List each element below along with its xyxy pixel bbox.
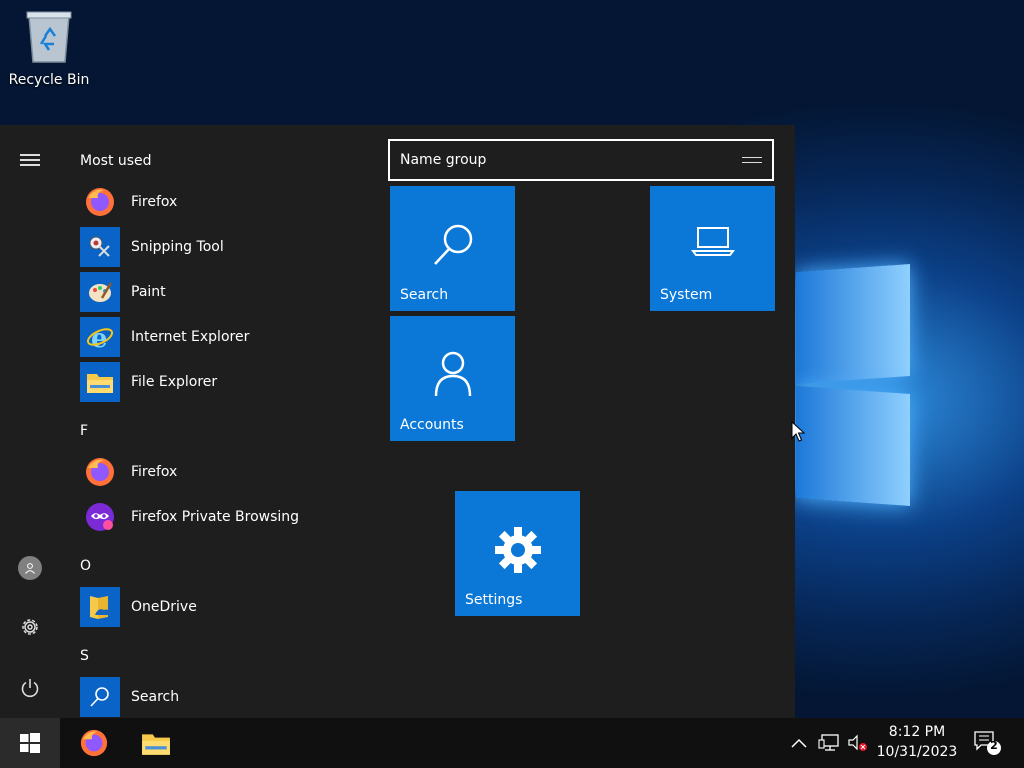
notification-count-badge: 2	[990, 739, 998, 752]
snipping-tool-icon	[80, 227, 120, 267]
windows-logo-icon	[20, 733, 40, 753]
taskbar-file-explorer[interactable]	[124, 718, 188, 768]
paint-palette-icon	[80, 272, 120, 312]
section-s[interactable]: S	[80, 648, 89, 664]
power-button[interactable]	[10, 668, 50, 708]
show-hidden-icons-button[interactable]	[788, 730, 810, 756]
tile-label: Accounts	[400, 417, 464, 433]
windows-wallpaper-logo	[796, 258, 916, 508]
firefox-icon	[80, 182, 120, 222]
app-firefox-most-used[interactable]: Firefox	[80, 182, 370, 222]
tile-search[interactable]: Search	[390, 186, 515, 311]
app-name: Paint	[131, 284, 166, 300]
folder-icon	[80, 362, 120, 402]
app-onedrive[interactable]: OneDrive	[80, 587, 370, 627]
tile-settings[interactable]: Settings	[455, 491, 580, 616]
group-name-text: Name group	[400, 152, 487, 168]
expand-menu-button[interactable]	[10, 140, 50, 180]
clock-time: 8:12 PM	[888, 724, 946, 740]
taskbar-firefox[interactable]	[62, 718, 126, 768]
gear-icon	[22, 619, 38, 635]
app-file-explorer[interactable]: File Explorer	[80, 362, 370, 402]
laptop-icon	[690, 227, 735, 256]
account-button[interactable]	[10, 548, 50, 588]
gear-icon	[494, 527, 541, 573]
folder-icon	[142, 734, 170, 755]
internet-explorer-icon: e	[80, 317, 120, 357]
app-name: File Explorer	[131, 374, 218, 390]
person-icon	[434, 351, 471, 397]
app-name: Firefox	[131, 464, 178, 480]
network-icon	[818, 734, 839, 751]
section-o[interactable]: O	[80, 558, 91, 574]
network-button[interactable]	[816, 730, 842, 756]
firefox-private-icon	[80, 497, 120, 537]
app-name: OneDrive	[131, 599, 197, 615]
app-name: Search	[131, 689, 180, 705]
chevron-up-icon	[791, 738, 807, 748]
app-list: Most used Firefox Snipping Tool Paint e …	[80, 125, 380, 718]
app-firefox-private-browsing[interactable]: Firefox Private Browsing	[80, 497, 370, 537]
tile-accounts[interactable]: Accounts	[390, 316, 515, 441]
settings-button[interactable]	[10, 607, 50, 647]
tile-group-name-input[interactable]: Name group	[388, 139, 774, 181]
recycle-bin-label: Recycle Bin	[8, 72, 90, 88]
start-button[interactable]	[0, 718, 60, 768]
app-search[interactable]: Search	[80, 677, 370, 717]
recycle-bin-shortcut[interactable]: Recycle Bin	[8, 8, 90, 88]
taskbar: 8:12 PM 10/31/2023 2	[0, 718, 1024, 768]
action-center-button[interactable]: 2	[970, 730, 1006, 756]
section-f[interactable]: F	[80, 423, 88, 439]
tile-label: System	[660, 287, 713, 303]
tile-system[interactable]: System	[650, 186, 775, 311]
search-icon	[80, 677, 120, 717]
app-paint[interactable]: Paint	[80, 272, 370, 312]
svg-text:e: e	[91, 324, 108, 352]
start-menu-rail	[0, 125, 60, 718]
power-icon	[21, 679, 39, 698]
firefox-icon	[80, 452, 120, 492]
firefox-icon	[80, 729, 108, 757]
start-menu: Most used Firefox Snipping Tool Paint e …	[0, 125, 795, 718]
app-internet-explorer[interactable]: e Internet Explorer	[80, 317, 370, 357]
mouse-cursor-icon	[791, 421, 805, 442]
app-snipping-tool[interactable]: Snipping Tool	[80, 227, 370, 267]
app-name: Firefox Private Browsing	[131, 509, 300, 525]
recycle-bin-icon	[26, 11, 72, 63]
clock-date: 10/31/2023	[876, 744, 958, 760]
section-most-used: Most used	[80, 153, 152, 169]
tile-label: Settings	[465, 592, 523, 608]
clock[interactable]: 8:12 PM 10/31/2023	[872, 722, 962, 762]
app-name: Firefox	[131, 194, 178, 210]
search-icon	[433, 224, 472, 265]
app-name: Snipping Tool	[131, 239, 224, 255]
volume-button[interactable]	[846, 730, 870, 756]
app-name: Internet Explorer	[131, 329, 250, 345]
tile-label: Search	[400, 287, 449, 303]
onedrive-folder-icon	[80, 587, 120, 627]
drag-handle-icon[interactable]	[742, 157, 762, 163]
app-firefox[interactable]: Firefox	[80, 452, 370, 492]
volume-muted-icon	[848, 734, 867, 751]
hamburger-icon	[20, 151, 40, 169]
user-avatar-icon	[18, 556, 42, 580]
